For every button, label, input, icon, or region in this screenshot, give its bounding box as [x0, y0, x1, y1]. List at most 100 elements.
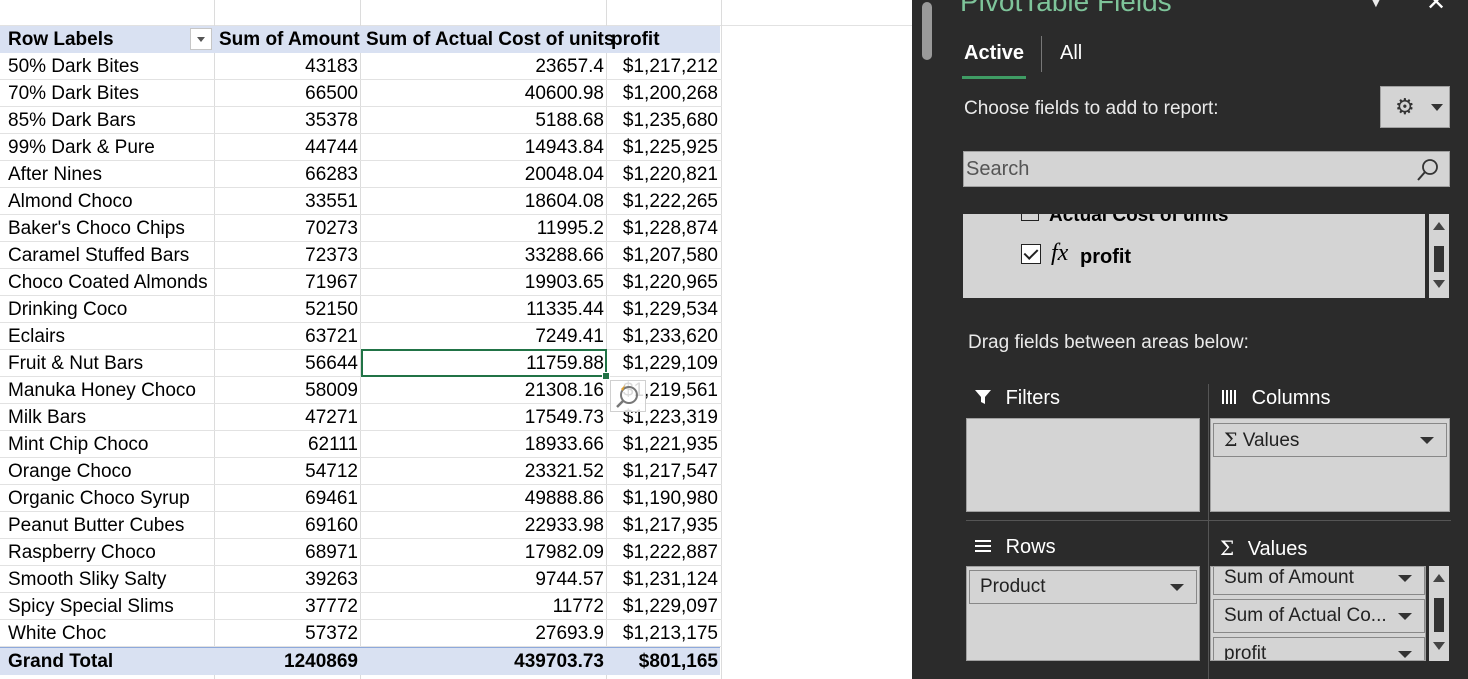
cost-cell[interactable]: 49888.86	[362, 485, 604, 512]
table-row[interactable]: Organic Choco Syrup 69461 49888.86 $1,190,9…	[0, 485, 720, 512]
cost-cell[interactable]: 17549.73	[362, 404, 604, 431]
worksheet[interactable]: Row Labels Sum of Amount Sum of Actual Cos…	[0, 0, 912, 679]
row-label-cell[interactable]: After Nines	[8, 161, 102, 188]
profit-header[interactable]: profit	[611, 26, 660, 53]
profit-cell[interactable]: $1,222,265	[608, 188, 718, 215]
scroll-thumb[interactable]	[1434, 598, 1444, 632]
cost-cell[interactable]: 11335.44	[362, 296, 604, 323]
row-label-cell[interactable]: Peanut Butter Cubes	[8, 512, 184, 539]
row-label-cell[interactable]: Fruit & Nut Bars	[8, 350, 143, 377]
amount-cell[interactable]: 66500	[216, 80, 358, 107]
row-label-cell[interactable]: Caramel Stuffed Bars	[8, 242, 189, 269]
row-label-cell[interactable]: Drinking Coco	[8, 296, 127, 323]
profit-cell[interactable]: $1,221,935	[608, 431, 718, 458]
amount-cell[interactable]: 62111	[216, 431, 358, 458]
amount-cell[interactable]: 39263	[216, 566, 358, 593]
columns-drop-area[interactable]: Σ Values	[1210, 418, 1450, 512]
cost-cell[interactable]: 23321.52	[362, 458, 604, 485]
pane-options-dropdown[interactable]: ▼	[1368, 0, 1384, 12]
row-labels-filter-button[interactable]	[190, 28, 212, 50]
amount-cell[interactable]: 70273	[216, 215, 358, 242]
profit-cell[interactable]: $1,217,212	[608, 53, 718, 80]
profit-cell[interactable]: $1,229,109	[608, 350, 718, 377]
values-chip-sum-actual-cost[interactable]: Sum of Actual Co...	[1213, 599, 1425, 633]
amount-cell[interactable]: 33551	[216, 188, 358, 215]
table-row[interactable]: 85% Dark Bars 35378 5188.68 $1,235,680	[0, 107, 720, 134]
table-row[interactable]: Raspberry Choco 68971 17982.09 $1,222,887	[0, 539, 720, 566]
field-list-scrollbar[interactable]	[1429, 214, 1449, 298]
profit-cell[interactable]: $1,220,965	[608, 269, 718, 296]
profit-cell[interactable]: $1,228,874	[608, 215, 718, 242]
table-row[interactable]: 50% Dark Bites 43183 23657.4 $1,217,212	[0, 53, 720, 80]
table-row[interactable]: Drinking Coco 52150 11335.44 $1,229,534	[0, 296, 720, 323]
table-row[interactable]: Mint Chip Choco 62111 18933.66 $1,221,935	[0, 431, 720, 458]
cost-cell[interactable]: 7249.41	[362, 323, 604, 350]
sum-cost-header[interactable]: Sum of Actual Cost of units	[366, 26, 614, 53]
table-row[interactable]: Peanut Butter Cubes 69160 22933.98 $1,217,9…	[0, 512, 720, 539]
table-row[interactable]: Choco Coated Almonds 71967 19903.65 $1,220,…	[0, 269, 720, 296]
row-label-cell[interactable]: Eclairs	[8, 323, 65, 350]
scroll-down-icon[interactable]	[1433, 642, 1445, 650]
row-label-cell[interactable]: Almond Choco	[8, 188, 133, 215]
scroll-up-icon[interactable]	[1433, 574, 1445, 582]
profit-cell[interactable]: $1,207,580	[608, 242, 718, 269]
row-label-cell[interactable]: Baker's Choco Chips	[8, 215, 185, 242]
cost-cell[interactable]: 40600.98	[362, 80, 604, 107]
sum-amount-header[interactable]: Sum of Amount	[219, 26, 360, 53]
amount-cell[interactable]: 52150	[216, 296, 358, 323]
selected-cell[interactable]	[361, 349, 610, 380]
scroll-up-icon[interactable]	[1433, 222, 1445, 230]
header-row[interactable]: Row Labels Sum of Amount Sum of Actual Cos…	[0, 26, 720, 53]
values-drop-area[interactable]: Sum of Amount Sum of Actual Co... profit	[1210, 566, 1426, 661]
profit-cell[interactable]: $1,229,097	[608, 593, 718, 620]
table-row[interactable]: Almond Choco 33551 18604.08 $1,222,265	[0, 188, 720, 215]
table-row[interactable]: Fruit & Nut Bars 56644 11759.88 $1,229,109	[0, 350, 720, 377]
cost-cell[interactable]: 20048.04	[362, 161, 604, 188]
filters-drop-area[interactable]	[966, 418, 1200, 512]
profit-cell[interactable]: $1,229,534	[608, 296, 718, 323]
rows-product-chip[interactable]: Product	[969, 570, 1197, 604]
grand-total-amount[interactable]: 1240869	[216, 648, 358, 675]
table-row[interactable]: Orange Choco 54712 23321.52 $1,217,547	[0, 458, 720, 485]
row-label-cell[interactable]: 85% Dark Bars	[8, 107, 136, 134]
table-row[interactable]: Caramel Stuffed Bars 72373 33288.66 $1,207,…	[0, 242, 720, 269]
tab-active[interactable]: Active	[961, 42, 1027, 79]
profit-checkbox[interactable]	[1021, 244, 1041, 264]
row-label-cell[interactable]: Spicy Special Slims	[8, 593, 174, 620]
table-row[interactable]: After Nines 66283 20048.04 $1,220,821	[0, 161, 720, 188]
row-label-cell[interactable]: 70% Dark Bites	[8, 80, 139, 107]
row-label-cell[interactable]: Milk Bars	[8, 404, 86, 431]
row-label-cell[interactable]: Organic Choco Syrup	[8, 485, 190, 512]
profit-cell[interactable]: $1,200,268	[608, 80, 718, 107]
cost-cell[interactable]: 18604.08	[362, 188, 604, 215]
cost-cell[interactable]: 19903.65	[362, 269, 604, 296]
search-box[interactable]	[963, 151, 1450, 187]
amount-cell[interactable]: 66283	[216, 161, 358, 188]
cost-cell[interactable]: 17982.09	[362, 539, 604, 566]
cost-cell[interactable]: 18933.66	[362, 431, 604, 458]
row-label-cell[interactable]: Manuka Honey Choco	[8, 377, 196, 404]
row-label-cell[interactable]: Orange Choco	[8, 458, 132, 485]
values-scrollbar[interactable]	[1429, 566, 1449, 661]
search-icon[interactable]	[1415, 157, 1441, 183]
amount-cell[interactable]: 35378	[216, 107, 358, 134]
columns-values-chip[interactable]: Σ Values	[1213, 423, 1447, 457]
cost-cell[interactable]: 14943.84	[362, 134, 604, 161]
profit-cell[interactable]: $1,190,980	[608, 485, 718, 512]
amount-cell[interactable]: 47271	[216, 404, 358, 431]
amount-cell[interactable]: 54712	[216, 458, 358, 485]
cost-cell[interactable]: 11995.2	[362, 215, 604, 242]
profit-cell[interactable]: $1,217,935	[608, 512, 718, 539]
cost-cell[interactable]: 27693.9	[362, 620, 604, 647]
amount-cell[interactable]: 43183	[216, 53, 358, 80]
table-row[interactable]: Spicy Special Slims 37772 11772 $1,229,097	[0, 593, 720, 620]
tab-all[interactable]: All	[1060, 42, 1082, 65]
scroll-down-icon[interactable]	[1433, 280, 1445, 288]
amount-cell[interactable]: 72373	[216, 242, 358, 269]
table-row[interactable]: 99% Dark & Pure 44744 14943.84 $1,225,925	[0, 134, 720, 161]
cost-cell[interactable]: 5188.68	[362, 107, 604, 134]
amount-cell[interactable]: 69160	[216, 512, 358, 539]
amount-cell[interactable]: 63721	[216, 323, 358, 350]
tools-button[interactable]: ⚙	[1380, 86, 1450, 128]
cost-cell[interactable]: 33288.66	[362, 242, 604, 269]
